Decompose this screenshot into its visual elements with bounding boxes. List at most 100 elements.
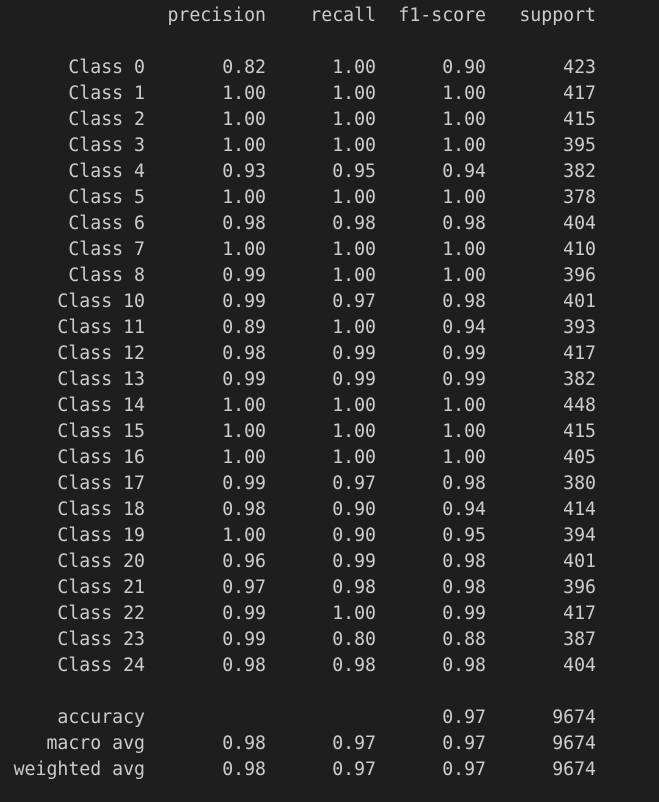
f1-score-value: 1.00	[442, 395, 486, 416]
row-label: macro avg	[46, 733, 145, 754]
table-row: Class 24 0.98 0.98 0.98 404	[0, 653, 659, 679]
recall-value: 0.90	[332, 499, 376, 520]
f1-score-value: 1.00	[442, 421, 486, 442]
recall-value: 1.00	[332, 83, 376, 104]
table-row: Class 11 0.89 1.00 0.94 393	[0, 315, 659, 341]
f1-score-value: 0.94	[442, 161, 486, 182]
table-row: Class 16 1.00 1.00 1.00 405	[0, 445, 659, 471]
row-label: Class 7	[68, 239, 145, 260]
f1-score-value: 0.99	[442, 369, 486, 390]
f1-score-value: 0.95	[442, 525, 486, 546]
row-label: Class 3	[68, 135, 145, 156]
recall-value: 1.00	[332, 239, 376, 260]
support-value: 415	[563, 421, 596, 442]
table-row: Class 13 0.99 0.99 0.99 382	[0, 367, 659, 393]
row-label: Class 19	[57, 525, 145, 546]
recall-value: 0.99	[332, 369, 376, 390]
precision-value: 0.97	[222, 577, 266, 598]
recall-value: 0.98	[332, 655, 376, 676]
f1-score-value: 0.97	[442, 759, 486, 780]
recall-value: 0.98	[332, 213, 376, 234]
precision-value: 0.98	[222, 733, 266, 754]
table-row: Class 20 0.96 0.99 0.98 401	[0, 549, 659, 575]
support-value: 417	[563, 83, 596, 104]
table-row: Class 3 1.00 1.00 1.00 395	[0, 133, 659, 159]
row-label: Class 5	[68, 187, 145, 208]
support-value: 380	[563, 473, 596, 494]
row-label: Class 14	[57, 395, 145, 416]
precision-value: 1.00	[222, 239, 266, 260]
f1-score-value: 0.98	[442, 213, 486, 234]
table-row: Class 18 0.98 0.90 0.94 414	[0, 497, 659, 523]
recall-value: 1.00	[332, 265, 376, 286]
precision-value: 0.82	[222, 57, 266, 78]
support-value: 396	[563, 577, 596, 598]
summary-row: accuracy 0.97 9674	[0, 705, 659, 731]
row-label: accuracy	[57, 707, 145, 728]
row-label: Class 6	[68, 213, 145, 234]
f1-score-value: 0.98	[442, 551, 486, 572]
summary-row: macro avg 0.98 0.97 0.97 9674	[0, 731, 659, 757]
precision-value: 1.00	[222, 447, 266, 468]
row-label: Class 17	[57, 473, 145, 494]
header-precision: precision	[167, 5, 266, 26]
support-value: 9674	[552, 733, 596, 754]
table-row: Class 5 1.00 1.00 1.00 378	[0, 185, 659, 211]
support-value: 382	[563, 161, 596, 182]
precision-value: 1.00	[222, 395, 266, 416]
f1-score-value: 0.98	[442, 291, 486, 312]
precision-value: 0.99	[222, 291, 266, 312]
row-label: Class 18	[57, 499, 145, 520]
precision-value: 0.99	[222, 629, 266, 650]
support-value: 9674	[552, 759, 596, 780]
support-value: 401	[563, 551, 596, 572]
f1-score-value: 1.00	[442, 265, 486, 286]
row-label: Class 2	[68, 109, 145, 130]
precision-value: 0.98	[222, 759, 266, 780]
row-label: Class 24	[57, 655, 145, 676]
f1-score-value: 0.90	[442, 57, 486, 78]
table-row: Class 17 0.99 0.97 0.98 380	[0, 471, 659, 497]
table-row: Class 8 0.99 1.00 1.00 396	[0, 263, 659, 289]
summary-row: weighted avg 0.98 0.97 0.97 9674	[0, 757, 659, 783]
precision-value: 0.98	[222, 213, 266, 234]
precision-value: 1.00	[222, 83, 266, 104]
recall-value: 0.97	[332, 733, 376, 754]
support-value: 415	[563, 109, 596, 130]
f1-score-value: 0.94	[442, 317, 486, 338]
recall-value: 1.00	[332, 187, 376, 208]
support-value: 395	[563, 135, 596, 156]
row-label: Class 12	[57, 343, 145, 364]
precision-value: 1.00	[222, 525, 266, 546]
table-row: Class 0 0.82 1.00 0.90 423	[0, 55, 659, 81]
precision-value: 1.00	[222, 421, 266, 442]
f1-score-value: 1.00	[442, 447, 486, 468]
recall-value: 0.97	[332, 473, 376, 494]
recall-value: 1.00	[332, 421, 376, 442]
table-row: Class 10 0.99 0.97 0.98 401	[0, 289, 659, 315]
row-label: Class 23	[57, 629, 145, 650]
table-row: Class 4 0.93 0.95 0.94 382	[0, 159, 659, 185]
precision-value: 0.98	[222, 655, 266, 676]
row-label: Class 20	[57, 551, 145, 572]
f1-score-value: 1.00	[442, 187, 486, 208]
recall-value: 1.00	[332, 447, 376, 468]
row-label: Class 1	[68, 83, 145, 104]
recall-value: 1.00	[332, 603, 376, 624]
row-label: Class 8	[68, 265, 145, 286]
header-recall: recall	[310, 5, 376, 26]
row-label: Class 4	[68, 161, 145, 182]
row-label: weighted avg	[13, 759, 145, 780]
precision-value: 0.99	[222, 265, 266, 286]
f1-score-value: 0.98	[442, 577, 486, 598]
precision-value: 0.93	[222, 161, 266, 182]
table-row: Class 6 0.98 0.98 0.98 404	[0, 211, 659, 237]
support-value: 382	[563, 369, 596, 390]
f1-score-value: 0.94	[442, 499, 486, 520]
row-label: Class 16	[57, 447, 145, 468]
f1-score-value: 1.00	[442, 83, 486, 104]
support-value: 405	[563, 447, 596, 468]
support-value: 393	[563, 317, 596, 338]
table-row: Class 22 0.99 1.00 0.99 417	[0, 601, 659, 627]
f1-score-value: 0.98	[442, 473, 486, 494]
